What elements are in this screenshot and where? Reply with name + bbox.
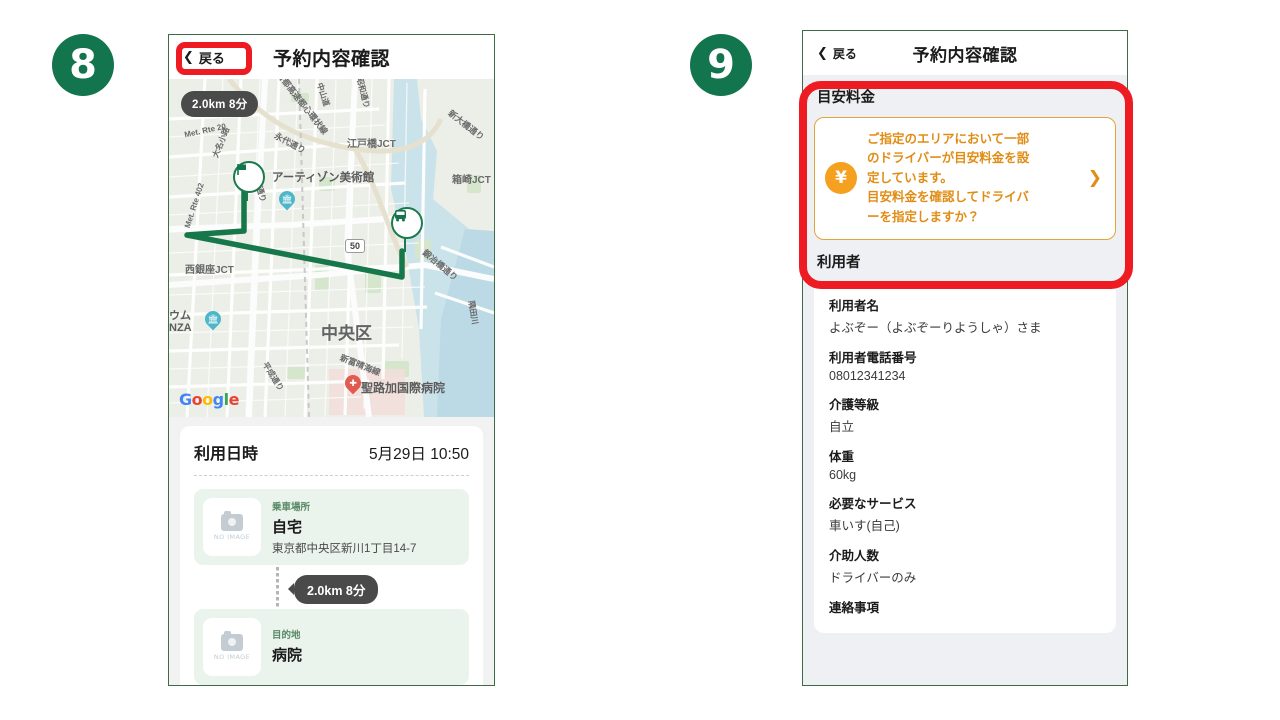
dropoff-noimage-label: NO IMAGE [213, 652, 251, 661]
camera-icon [221, 511, 243, 531]
pickup-place-row[interactable]: NO IMAGE 乗車場所 自宅 東京都中央区新川1丁目14-7 [194, 489, 469, 565]
yen-icon-glyph: ¥ [835, 168, 847, 189]
phone8-detail-body: 利用日時 5月29日 10:50 NO IMAGE 乗車場所 自宅 東京都中央区… [169, 417, 494, 685]
pickup-text: 乗車場所 自宅 東京都中央区新川1丁目14-7 [272, 499, 416, 556]
chevron-right-icon[interactable]: ❯ [1088, 168, 1105, 188]
map-label: ウム [169, 310, 191, 322]
datetime-label: 利用日時 [194, 446, 259, 463]
pickup-kind-label: 乗車場所 [272, 501, 311, 513]
fare-alert-line: ーを指定しますか？ [867, 209, 980, 224]
fare-alert-banner[interactable]: ¥ ご指定のエリアにおいて一部 のドライバーが目安料金を設 定しています。 目安… [814, 117, 1116, 240]
user-field-value: ドライバーのみ [829, 570, 917, 585]
step-badge-8-number: 8 [69, 42, 97, 88]
map-distance-chip: 2.0km 8分 [181, 91, 259, 117]
fare-alert-line: ご指定のエリアにおいて一部 [867, 132, 1030, 146]
user-field: 介助人数 ドライバーのみ [829, 545, 1101, 586]
chevron-left-icon: ❮ [183, 49, 194, 64]
dropoff-place-row[interactable]: NO IMAGE 目的地 病院 [194, 609, 469, 685]
user-field-value: よぶぞー（よぶぞーりようしゃ）さま [829, 320, 1042, 335]
step-badge-9: 9 [690, 34, 752, 96]
datetime-value: 5月29日 10:50 [369, 446, 469, 463]
map-label: 西銀座JCT [185, 265, 234, 276]
chevron-left-icon: ❮ [817, 45, 828, 60]
user-section-title: 利用者 [817, 254, 861, 271]
datetime-row: 利用日時 5月29日 10:50 [194, 440, 469, 464]
destination-bus-marker[interactable] [391, 207, 423, 239]
dropoff-image-placeholder: NO IMAGE [203, 618, 261, 676]
leg-connector: 2.0km 8分 [194, 565, 469, 609]
dropoff-kind-label: 目的地 [272, 629, 301, 641]
user-field-label: 介護等級 [829, 397, 880, 412]
leg-dotted-line [276, 567, 279, 607]
highway-badge: 50 [345, 239, 366, 253]
phone9-navbar: ❮ 戻る 予約内容確認 [803, 31, 1127, 75]
google-letter: g [212, 390, 224, 409]
museum-icon: 🏛 [281, 193, 293, 204]
user-field-label: 連絡事項 [829, 600, 880, 615]
phone-screen-8: ❮ 戻る 予約内容確認 2.0km 8分 Met. Rte 20 大名小路 Me… [168, 34, 495, 686]
user-field: 利用者電話番号 08012341234 [829, 347, 1101, 383]
user-field-value: 自立 [829, 419, 855, 434]
fare-alert-line: 定しています。 [867, 170, 953, 185]
pickup-noimage-label: NO IMAGE [213, 532, 251, 541]
phone9-back-button[interactable]: ❮ 戻る [817, 45, 857, 62]
fare-section-title: 目安料金 [817, 90, 875, 106]
pickup-image-placeholder: NO IMAGE [203, 498, 261, 556]
map-label: アーティゾン美術館 [272, 172, 375, 184]
user-field-label: 利用者名 [829, 298, 880, 313]
divider [194, 475, 469, 476]
phone9-back-label: 戻る [832, 46, 857, 61]
google-letter: o [191, 390, 203, 409]
leg-distance-bubble: 2.0km 8分 [287, 575, 379, 604]
dropoff-name: 病院 [272, 646, 303, 664]
map-label: 中央区 [321, 324, 372, 343]
map-label: 箱崎JCT [452, 175, 491, 186]
user-field: 連絡事項 [829, 597, 1101, 616]
user-field: 利用者名 よぶぞー（よぶぞーりようしゃ）さま [829, 295, 1101, 336]
reservation-detail-card: 利用日時 5月29日 10:50 NO IMAGE 乗車場所 自宅 東京都中央区… [180, 426, 483, 685]
dropoff-text: 目的地 病院 [272, 627, 302, 668]
step-badge-8: 8 [52, 34, 114, 96]
screenshot-stage: 8 ❮ 戻る 予約内容確認 2.0km 8分 Met. Rte 20 大名小路 … [0, 0, 1280, 720]
phone8-navbar: ❮ 戻る 予約内容確認 [169, 35, 494, 79]
user-field-label: 介助人数 [829, 548, 880, 563]
pickup-address: 東京都中央区新川1丁目14-7 [272, 542, 417, 555]
user-field-label: 必要なサービス [829, 496, 917, 511]
map-label: 聖路加国際病院 [361, 381, 446, 395]
phone9-body: 目安料金 ¥ ご指定のエリアにおいて一部 のドライバーが目安料金を設 定していま… [803, 75, 1127, 685]
camera-icon [221, 631, 243, 651]
phone-screen-9: ❮ 戻る 予約内容確認 目安料金 ¥ ご指定のエリアにおいて一部 のドライバーが… [802, 30, 1128, 686]
map-label: 江戸橋JCT [347, 139, 396, 150]
museum-icon: 🏛 [207, 313, 219, 324]
user-field-label: 利用者電話番号 [829, 350, 917, 365]
step-badge-9-number: 9 [707, 42, 735, 88]
map-label: NZA [169, 322, 192, 334]
origin-flag-marker[interactable] [233, 161, 265, 193]
google-attribution: Google [179, 390, 239, 409]
phone8-back-label: 戻る [198, 50, 225, 66]
google-letter: G [179, 390, 192, 409]
user-field: 介護等級 自立 [829, 394, 1101, 435]
route-map[interactable]: 2.0km 8分 Met. Rte 20 大名小路 Met. Rte 402 首… [169, 79, 494, 417]
fare-alert-line: 目安料金を確認してドライバ [867, 190, 1029, 205]
phone8-back-button[interactable]: ❮ 戻る [183, 48, 225, 67]
fare-alert-text: ご指定のエリアにおいて一部 のドライバーが目安料金を設 定しています。 目安料金… [867, 130, 1078, 227]
google-letter: e [228, 390, 240, 409]
user-field: 体重 60kg [829, 446, 1101, 482]
user-field-value: 60kg [829, 467, 857, 482]
user-info-card: 利用者名 よぶぞー（よぶぞーりようしゃ）さま 利用者電話番号 080123412… [814, 281, 1116, 633]
user-field: 必要なサービス 車いす(自己) [829, 493, 1101, 534]
fare-alert-line: のドライバーが目安料金を設 [867, 151, 1030, 166]
flag-icon [237, 164, 246, 175]
google-letter: o [202, 390, 213, 409]
bus-icon [395, 210, 406, 222]
pickup-name: 自宅 [272, 518, 303, 536]
user-field-value: 08012341234 [829, 368, 906, 383]
yen-icon: ¥ [825, 162, 857, 195]
user-field-value: 車いす(自己) [829, 518, 900, 533]
hospital-icon: ✚ [349, 377, 357, 388]
user-field-label: 体重 [829, 449, 855, 464]
